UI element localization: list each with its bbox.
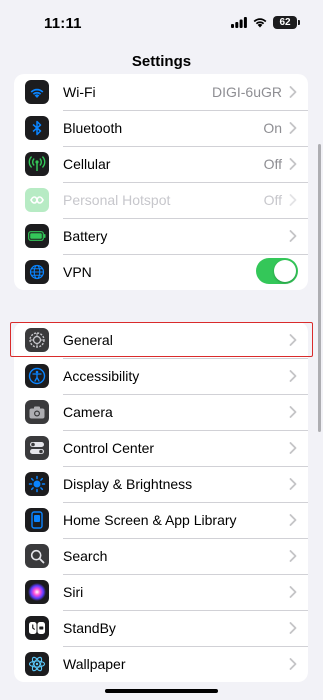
- vpn-icon: [25, 260, 49, 284]
- chevron-right-icon: [289, 406, 297, 418]
- row-value: Off: [263, 156, 282, 172]
- row-label: Wallpaper: [63, 656, 126, 672]
- row-label: VPN: [63, 264, 92, 280]
- chevron-right-icon: [289, 86, 297, 98]
- status-bar: 11:11 62: [0, 0, 323, 46]
- chevron-right-icon: [289, 442, 297, 454]
- settings-row-bluetooth[interactable]: Bluetooth On: [14, 110, 308, 146]
- page-title: Settings: [131, 53, 192, 70]
- brightness-icon: [25, 472, 49, 496]
- settings-row-wallpaper[interactable]: Wallpaper: [14, 646, 308, 682]
- connectivity-group: Wi-Fi DIGI-6uGR Bluetooth On Cellular Of…: [14, 74, 308, 290]
- status-time: 11:11: [44, 15, 82, 32]
- hotspot-icon: [25, 188, 49, 212]
- battery-icon: [25, 224, 49, 248]
- battery-status-icon: 62: [273, 16, 300, 29]
- chevron-right-icon: [289, 230, 297, 242]
- row-label: Camera: [63, 404, 113, 420]
- row-label: StandBy: [63, 620, 116, 636]
- settings-row-personal-hotspot: Personal Hotspot Off: [14, 182, 308, 218]
- row-label: Display & Brightness: [63, 476, 193, 492]
- chevron-right-icon: [289, 158, 297, 170]
- wifi-status-icon: [253, 18, 267, 28]
- row-label: Search: [63, 548, 108, 564]
- home-screen-icon: [25, 508, 49, 532]
- vpn-toggle[interactable]: [256, 258, 298, 284]
- row-value: On: [263, 120, 282, 136]
- row-label: Cellular: [63, 156, 111, 172]
- chevron-right-icon: [289, 514, 297, 526]
- settings-row-standby[interactable]: StandBy: [14, 610, 308, 646]
- settings-row-battery[interactable]: Battery: [14, 218, 308, 254]
- accessibility-icon: [25, 364, 49, 388]
- row-label: Accessibility: [63, 368, 140, 384]
- settings-row-search[interactable]: Search: [14, 538, 308, 574]
- general-settings-group: General Accessibility Camera Control Cen…: [14, 322, 308, 682]
- wallpaper-icon: [25, 652, 49, 676]
- row-value: DIGI-6uGR: [211, 84, 282, 100]
- chevron-right-icon: [289, 478, 297, 490]
- settings-row-control-center[interactable]: Control Center: [14, 430, 308, 466]
- row-label: Wi-Fi: [63, 84, 96, 100]
- row-label: Bluetooth: [63, 120, 123, 136]
- row-label: Control Center: [63, 440, 155, 456]
- settings-row-siri[interactable]: Siri: [14, 574, 308, 610]
- chevron-right-icon: [289, 586, 297, 598]
- row-label: Home Screen & App Library: [63, 512, 237, 528]
- settings-row-camera[interactable]: Camera: [14, 394, 308, 430]
- row-label: Siri: [63, 584, 84, 600]
- control-center-icon: [25, 436, 49, 460]
- row-label: Battery: [63, 228, 108, 244]
- highlight-box: [10, 322, 313, 357]
- cellular-signal-icon: [231, 17, 247, 28]
- chevron-right-icon: [289, 658, 297, 670]
- cellular-icon: [25, 152, 49, 176]
- chevron-right-icon: [289, 622, 297, 634]
- chevron-right-icon: [289, 550, 297, 562]
- row-value: Off: [263, 192, 282, 208]
- search-icon: [25, 544, 49, 568]
- chevron-right-icon: [289, 194, 297, 206]
- row-label: Personal Hotspot: [63, 192, 171, 208]
- home-indicator[interactable]: [105, 689, 218, 693]
- settings-row-vpn[interactable]: VPN: [14, 254, 308, 290]
- chevron-right-icon: [289, 122, 297, 134]
- standby-icon: [25, 616, 49, 640]
- scrollbar[interactable]: [318, 144, 321, 432]
- wifi-icon: [25, 80, 49, 104]
- bluetooth-icon: [25, 116, 49, 140]
- settings-row-wifi[interactable]: Wi-Fi DIGI-6uGR: [14, 74, 308, 110]
- camera-icon: [25, 400, 49, 424]
- chevron-right-icon: [289, 370, 297, 382]
- settings-row-accessibility[interactable]: Accessibility: [14, 358, 308, 394]
- siri-icon: [25, 580, 49, 604]
- settings-row-cellular[interactable]: Cellular Off: [14, 146, 308, 182]
- settings-row-display-brightness[interactable]: Display & Brightness: [14, 466, 308, 502]
- settings-row-home-screen[interactable]: Home Screen & App Library: [14, 502, 308, 538]
